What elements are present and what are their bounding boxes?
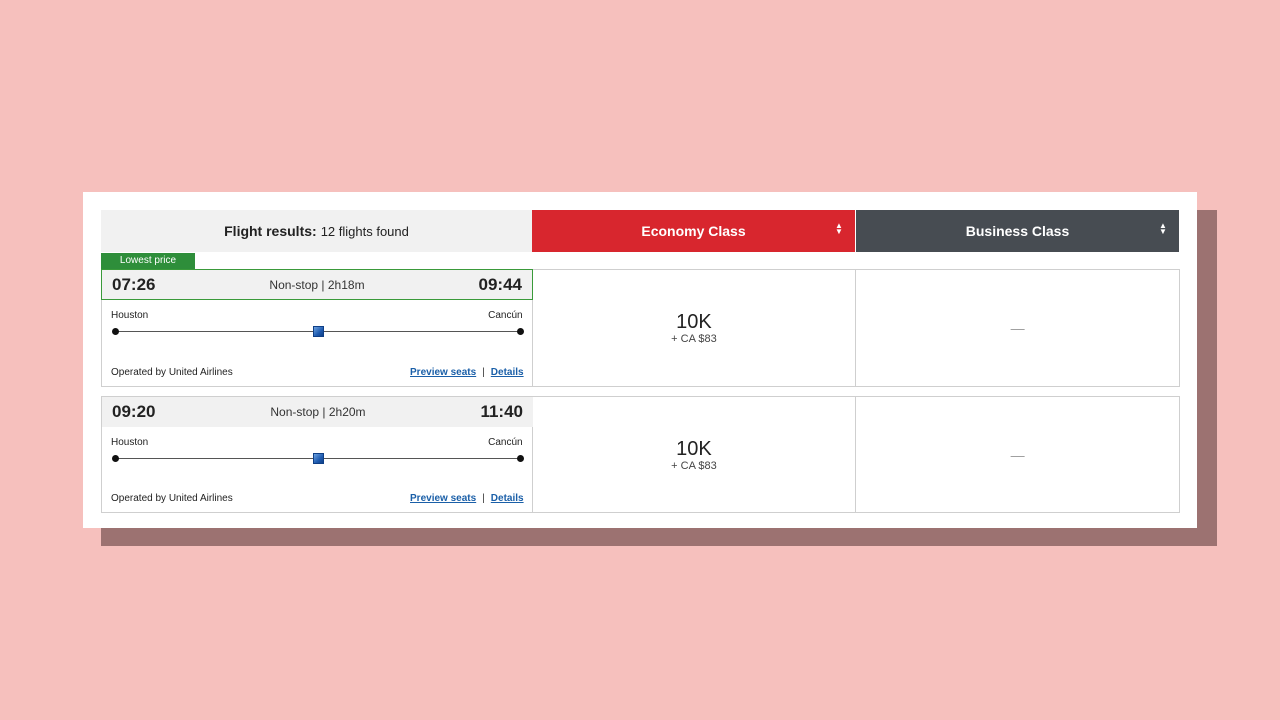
flight-times: 09:20 Non-stop | 2h20m 11:40: [102, 397, 533, 427]
business-class-label: Business Class: [965, 223, 1070, 239]
flight-row: 09:20 Non-stop | 2h20m 11:40 Houston Can…: [101, 396, 1180, 513]
preview-seats-link[interactable]: Preview seats: [410, 493, 476, 504]
economy-points: 10K: [676, 311, 712, 333]
origin-dot: [112, 328, 119, 335]
results-header: Flight results: 12 flights found Economy…: [101, 210, 1179, 252]
economy-class-label: Economy Class: [641, 223, 746, 239]
results-summary: Flight results: 12 flights found: [101, 210, 532, 252]
business-class-header[interactable]: Business Class ▲ ▼: [856, 210, 1179, 252]
business-unavailable: —: [1010, 446, 1025, 463]
flight-links: Preview seats | Details: [410, 367, 524, 378]
origin-city: Houston: [111, 310, 149, 321]
destination-dot: [517, 328, 524, 335]
flight-results-panel: Flight results: 12 flights found Economy…: [83, 192, 1197, 528]
economy-points: 10K: [676, 437, 712, 460]
economy-class-header[interactable]: Economy Class ▲ ▼: [532, 210, 855, 252]
flight-info: 09:20 Non-stop | 2h20m 11:40 Houston Can…: [102, 397, 533, 512]
economy-price-cell[interactable]: 10K + CA $83: [533, 270, 857, 386]
economy-price-cell[interactable]: 10K + CA $83: [533, 397, 857, 512]
link-separator: |: [482, 367, 485, 378]
sort-updown-icon[interactable]: ▲ ▼: [1159, 222, 1167, 237]
arrival-time: 09:44: [478, 274, 522, 294]
operator-text: Operated by United Airlines: [111, 367, 233, 378]
business-unavailable: —: [1010, 320, 1025, 336]
destination-dot: [517, 455, 524, 462]
business-price-cell: —: [856, 270, 1179, 386]
flight-duration: Non-stop | 2h20m: [270, 405, 366, 419]
route-line: [112, 326, 524, 337]
operator-text: Operated by United Airlines: [111, 493, 233, 504]
route-line: [112, 453, 524, 464]
departure-time: 07:26: [112, 274, 156, 294]
economy-fee: + CA $83: [671, 333, 717, 345]
results-count: 12 flights found: [320, 223, 409, 239]
preview-seats-link[interactable]: Preview seats: [410, 367, 476, 378]
sort-updown-icon[interactable]: ▲ ▼: [835, 222, 843, 237]
flight-info: 07:26 Non-stop | 2h18m 09:44 Houston Can…: [101, 269, 533, 386]
airline-logo-icon: [313, 326, 324, 337]
arrival-time: 11:40: [480, 402, 523, 421]
business-price-cell: —: [856, 397, 1179, 512]
origin-dot: [112, 455, 119, 462]
results-label: Flight results:: [224, 223, 317, 239]
link-separator: |: [482, 493, 485, 504]
details-link[interactable]: Details: [491, 493, 524, 504]
details-link[interactable]: Details: [491, 367, 524, 378]
airline-logo-icon: [313, 453, 324, 464]
destination-city: Cancún: [488, 310, 523, 321]
flight-row: 07:26 Non-stop | 2h18m 09:44 Houston Can…: [101, 269, 1180, 387]
origin-city: Houston: [111, 437, 149, 448]
departure-time: 09:20: [112, 402, 156, 421]
flight-links: Preview seats | Details: [410, 493, 524, 504]
flight-times: 07:26 Non-stop | 2h18m 09:44: [101, 269, 533, 300]
economy-fee: + CA $83: [671, 459, 717, 472]
lowest-price-badge: Lowest price: [101, 253, 195, 269]
destination-city: Cancún: [488, 437, 523, 448]
flight-duration: Non-stop | 2h18m: [269, 277, 365, 292]
